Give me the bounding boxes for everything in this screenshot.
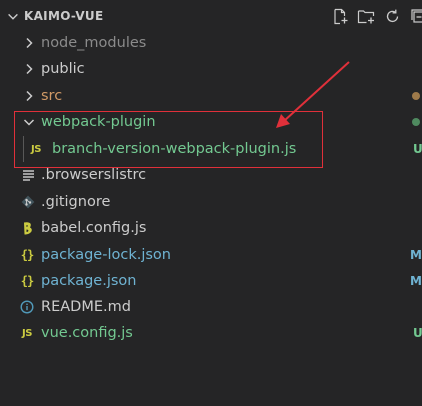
tree-item-label: src xyxy=(41,88,63,104)
untracked-dot-icon xyxy=(412,118,420,126)
tree-item-label: .browserslistrc xyxy=(41,167,147,183)
tree-item-label: .gitignore xyxy=(41,194,111,210)
git-status-badge: M xyxy=(410,248,422,262)
tree-item-public[interactable]: public xyxy=(0,56,422,82)
chevron-right-icon[interactable] xyxy=(22,61,36,77)
tree-item-vue-config[interactable]: JS vue.config.js U xyxy=(0,320,422,346)
js-file-icon: JS xyxy=(22,327,32,339)
chevron-down-icon[interactable] xyxy=(22,114,36,130)
tree-item-label: README.md xyxy=(41,299,131,315)
tree-item-babel-config[interactable]: babel.config.js xyxy=(0,215,422,241)
tree-item-label: package-lock.json xyxy=(41,247,171,263)
tree-item-package-lock[interactable]: {} package-lock.json M xyxy=(0,242,422,268)
tree-item-label: webpack-plugin xyxy=(41,114,156,130)
tree-item-gitignore[interactable]: .gitignore xyxy=(0,189,422,215)
text-file-icon xyxy=(21,167,35,183)
tree-item-branch-version-webpack-plugin[interactable]: JS branch-version-webpack-plugin.js U xyxy=(0,136,422,162)
git-status-badge: M xyxy=(410,274,422,288)
tree-item-label: public xyxy=(41,61,85,77)
git-status-badge: U xyxy=(413,326,422,340)
chevron-down-icon[interactable] xyxy=(6,10,20,24)
modified-dot-icon xyxy=(412,92,420,100)
chevron-right-icon[interactable] xyxy=(22,88,36,104)
chevron-right-icon[interactable] xyxy=(22,35,36,51)
tree-item-readme[interactable]: README.md xyxy=(0,294,422,320)
new-file-icon[interactable] xyxy=(331,7,350,26)
tree-item-label: branch-version-webpack-plugin.js xyxy=(52,141,297,157)
tree-item-src[interactable]: src xyxy=(0,83,422,109)
git-icon xyxy=(21,194,35,210)
tree-item-label: vue.config.js xyxy=(41,325,133,341)
git-status-badge: U xyxy=(413,142,422,156)
tree-item-label: babel.config.js xyxy=(41,220,147,236)
collapse-all-icon[interactable] xyxy=(409,7,422,26)
info-icon xyxy=(20,299,34,315)
refresh-icon[interactable] xyxy=(383,7,402,26)
js-file-icon: JS xyxy=(31,143,41,155)
explorer-header: KAIMO-VUE xyxy=(0,0,422,33)
tree-item-label: node_modules xyxy=(41,35,147,51)
workspace-title[interactable]: KAIMO-VUE xyxy=(24,9,103,23)
tree-item-node-modules[interactable]: node_modules xyxy=(0,30,422,56)
tree-item-label: package.json xyxy=(41,273,137,289)
tree-item-package-json[interactable]: {} package.json M xyxy=(0,268,422,294)
explorer-actions xyxy=(331,7,422,26)
tree-item-browserslistrc[interactable]: .browserslistrc xyxy=(0,162,422,188)
json-file-icon: {} xyxy=(20,248,34,262)
tree-item-webpack-plugin[interactable]: webpack-plugin xyxy=(0,109,422,135)
json-file-icon: {} xyxy=(20,274,34,288)
new-folder-icon[interactable] xyxy=(357,7,376,26)
babel-icon xyxy=(21,220,35,236)
